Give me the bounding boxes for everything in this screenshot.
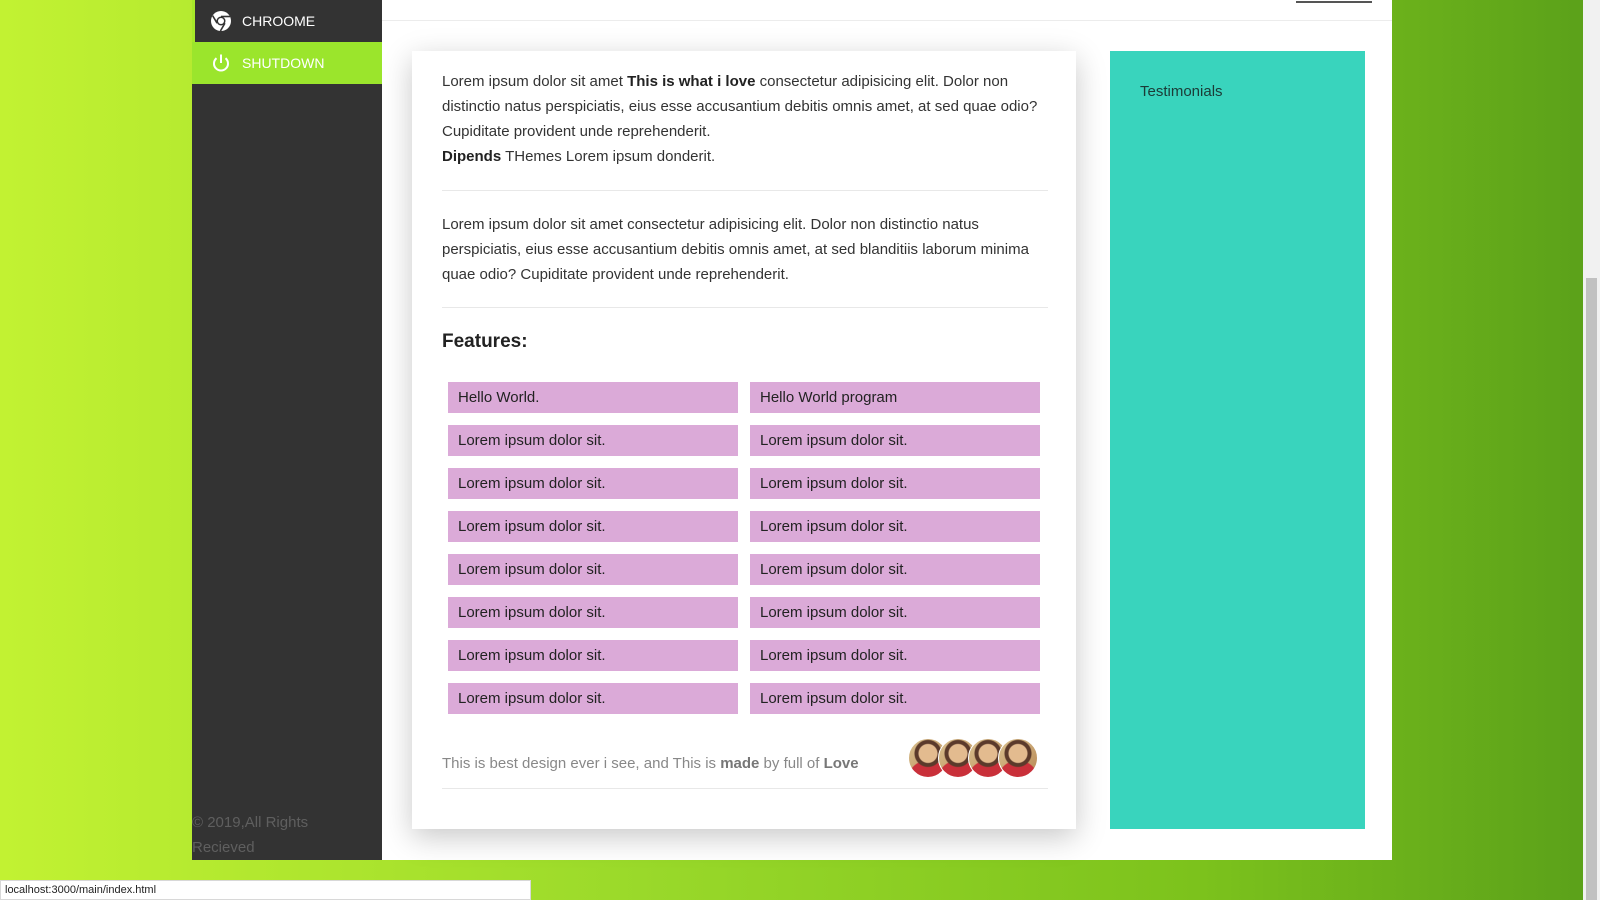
main-card: Lorem ipsum dolor sit amet This is what … [412, 51, 1076, 829]
divider [442, 788, 1048, 789]
sidebar-item-label: CHROOME [242, 13, 316, 29]
power-icon [210, 52, 232, 74]
sidebar-item-label: SHUTDOWN [242, 55, 325, 71]
main-content: Lorem ipsum dolor sit amet This is what … [442, 69, 1048, 789]
top-bar [382, 0, 1392, 21]
feature-item: Hello World. [448, 382, 738, 413]
feature-item: Lorem ipsum dolor sit. [750, 597, 1040, 628]
body-paragraph: Lorem ipsum dolor sit amet consectetur a… [442, 216, 1029, 283]
app-frame: CHROOME SHUTDOWN © 2019,All Rights Recie… [192, 0, 1392, 860]
feature-item: Lorem ipsum dolor sit. [750, 683, 1040, 714]
testimonials-title: Testimonials [1140, 83, 1223, 100]
footer-text: This is best design ever i see, and This… [442, 755, 859, 772]
sidebar-item-chroome[interactable]: CHROOME [192, 0, 382, 42]
feature-item: Lorem ipsum dolor sit. [750, 554, 1040, 585]
copyright-text: © 2019,All Rights Recieved [192, 814, 309, 856]
feature-item: Lorem ipsum dolor sit. [448, 468, 738, 499]
testimonials-panel: Testimonials [1110, 51, 1365, 829]
feature-item: Lorem ipsum dolor sit. [750, 468, 1040, 499]
feature-item: Lorem ipsum dolor sit. [448, 640, 738, 671]
sidebar: CHROOME SHUTDOWN © 2019,All Rights Recie… [192, 0, 382, 860]
brand-name: Dipends [442, 148, 502, 165]
intro-paragraph: Lorem ipsum dolor sit amet This is what … [442, 73, 1038, 165]
sidebar-item-shutdown[interactable]: SHUTDOWN [192, 42, 382, 84]
feature-item: Lorem ipsum dolor sit. [750, 425, 1040, 456]
features-grid: Hello World. Hello World program Lorem ips… [448, 382, 1048, 714]
feature-item: Lorem ipsum dolor sit. [448, 683, 738, 714]
feature-item: Lorem ipsum dolor sit. [448, 511, 738, 542]
status-bar-url: localhost:3000/main/index.html [0, 880, 531, 900]
footer-row: This is best design ever i see, and This… [442, 738, 1048, 788]
avatar-group [908, 738, 1038, 778]
feature-item: Lorem ipsum dolor sit. [448, 597, 738, 628]
feature-item: Lorem ipsum dolor sit. [750, 511, 1040, 542]
scrollbar-thumb[interactable] [1586, 278, 1597, 900]
feature-item: Lorem ipsum dolor sit. [448, 554, 738, 585]
top-bar-button[interactable] [1296, 0, 1372, 3]
feature-item: Hello World program [750, 382, 1040, 413]
avatar[interactable] [998, 738, 1038, 778]
feature-item: Lorem ipsum dolor sit. [448, 425, 738, 456]
features-heading: Features: [442, 331, 528, 352]
highlight-text: This is what i love [627, 73, 756, 90]
chrome-icon [210, 10, 232, 32]
feature-item: Lorem ipsum dolor sit. [750, 640, 1040, 671]
